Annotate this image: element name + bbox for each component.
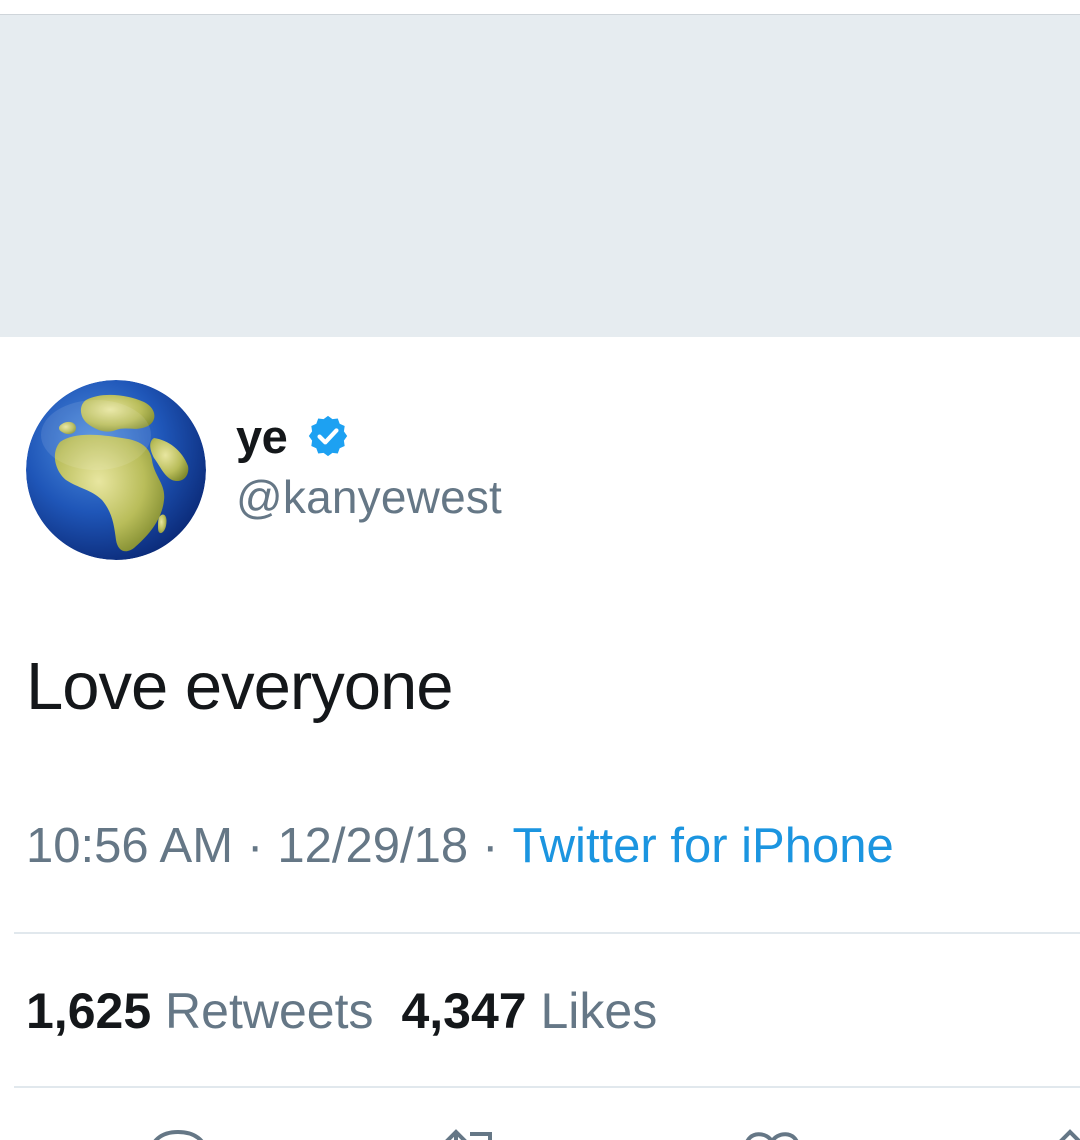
likes-stat[interactable]: 4,347 Likes — [401, 983, 657, 1039]
meta-separator: · — [247, 819, 264, 873]
reply-icon[interactable] — [146, 1128, 210, 1140]
likes-label: Likes — [540, 983, 658, 1039]
verified-badge-icon — [309, 415, 348, 457]
tweet-time: 10:56 AM — [26, 819, 234, 873]
user-handle[interactable]: @kanyewest — [236, 470, 502, 524]
globe-europe-africa-icon — [26, 380, 206, 560]
retweets-stat[interactable]: 1,625 Retweets — [26, 983, 373, 1039]
profile-banner — [0, 15, 1080, 337]
top-divider — [0, 0, 1080, 15]
avatar[interactable] — [26, 380, 206, 560]
display-name-row[interactable]: ye — [236, 404, 351, 468]
engagement-stats: 1,625 Retweets 4,347 Likes — [26, 982, 657, 1040]
tweet-date: 12/29/18 — [277, 819, 469, 873]
tweet-action-bar — [0, 1120, 1080, 1140]
retweets-label: Retweets — [165, 983, 374, 1039]
likes-count: 4,347 — [401, 983, 527, 1039]
like-icon[interactable] — [740, 1128, 804, 1140]
share-icon[interactable] — [1050, 1128, 1080, 1140]
tweet-source-link[interactable]: Twitter for iPhone — [512, 819, 893, 873]
display-name[interactable]: ye — [236, 409, 288, 464]
tweet-text: Love everyone — [26, 649, 454, 724]
stats-bottom-divider — [14, 1086, 1080, 1088]
retweet-icon[interactable] — [440, 1128, 504, 1140]
tweet-detail-screen: ye @kanyewest Love everyone 10:56 AM · 12/… — [0, 0, 1080, 1140]
tweet-metadata: 10:56 AM · 12/29/18 · Twitter for iPhone — [26, 818, 894, 874]
meta-separator: · — [482, 819, 499, 873]
stats-top-divider — [14, 932, 1080, 934]
retweets-count: 1,625 — [26, 983, 152, 1039]
